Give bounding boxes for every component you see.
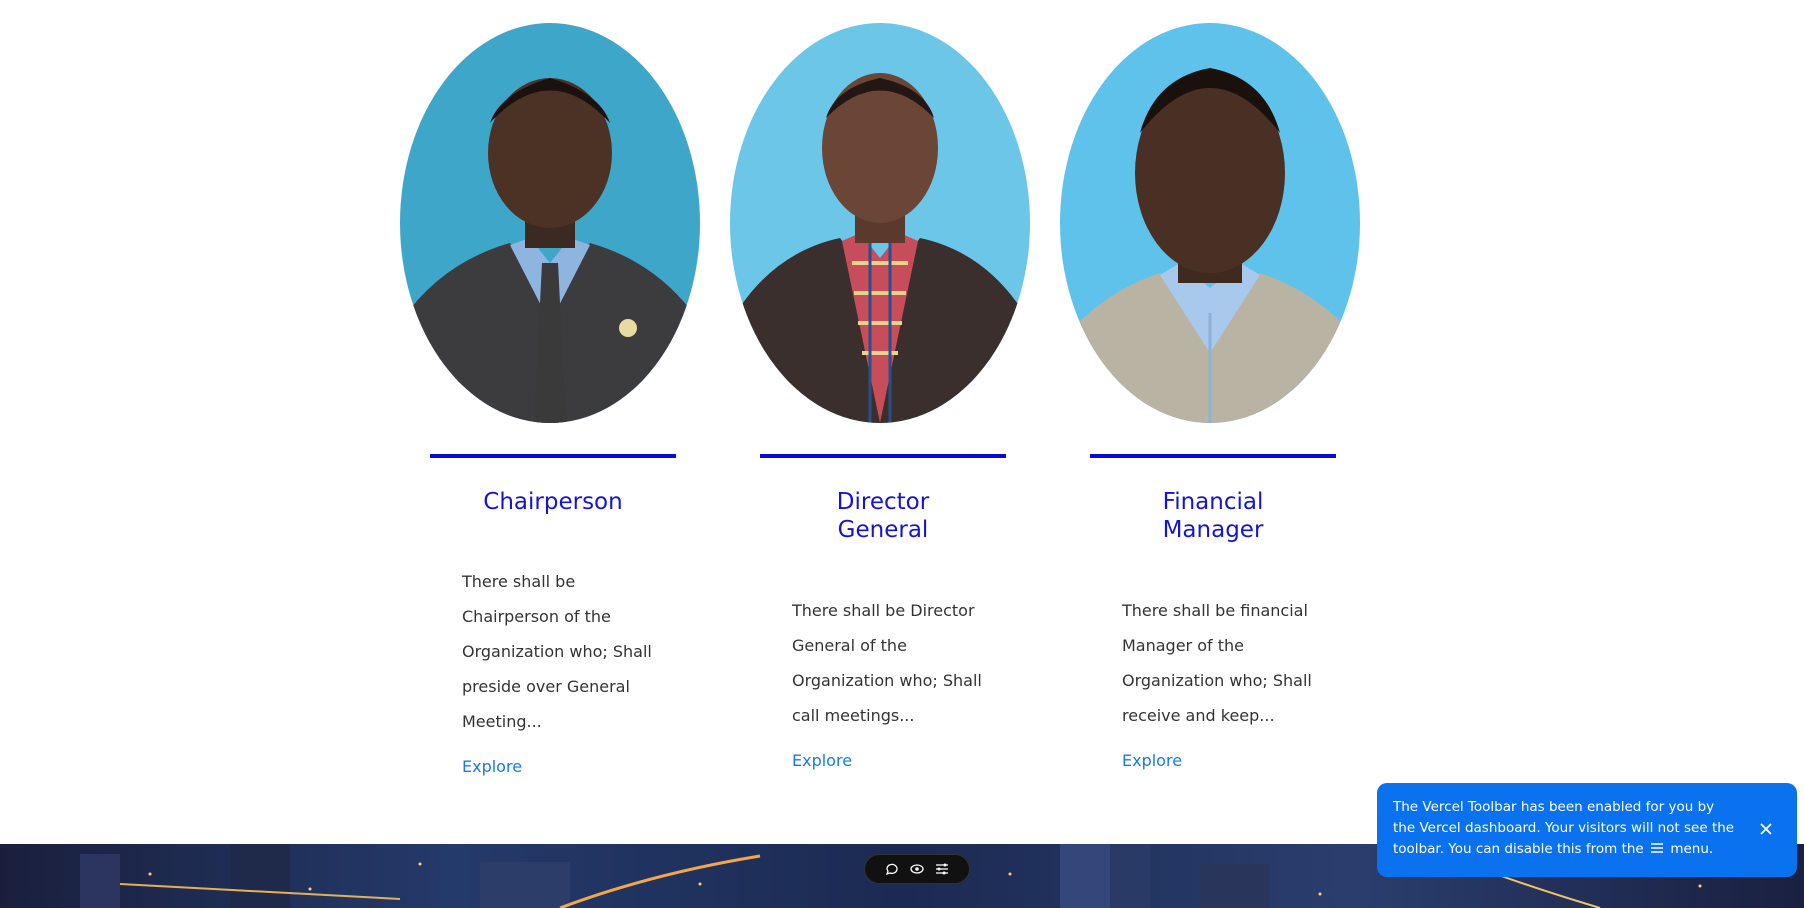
card-title: Financial Manager xyxy=(1162,489,1264,543)
menu-icon[interactable] xyxy=(934,861,950,877)
vercel-toolbar xyxy=(864,854,970,884)
card-description: There shall be Chairperson of the Organi… xyxy=(462,572,652,731)
title-divider xyxy=(430,454,676,458)
card-title: Chairperson xyxy=(483,489,623,515)
chairperson-photo xyxy=(400,23,700,423)
explore-link[interactable]: Explore xyxy=(792,751,852,770)
card-description: There shall be financial Manager of the … xyxy=(1122,601,1312,725)
director-general-photo xyxy=(730,23,1030,423)
financial-manager-photo xyxy=(1060,23,1360,423)
card-title: Director General xyxy=(836,489,930,543)
eye-icon[interactable] xyxy=(909,861,925,877)
menu-icon xyxy=(1650,840,1664,853)
card-description: There shall be Director General of the O… xyxy=(792,601,982,725)
explore-link[interactable]: Explore xyxy=(1122,751,1182,770)
vercel-toolbar-toast: The Vercel Toolbar has been enabled for … xyxy=(1377,783,1797,877)
explore-link[interactable]: Explore xyxy=(462,757,522,776)
close-icon[interactable] xyxy=(1757,820,1775,838)
toast-message-end: menu. xyxy=(1670,841,1714,857)
title-divider xyxy=(760,454,1006,458)
comment-icon[interactable] xyxy=(884,861,900,877)
title-divider xyxy=(1090,454,1336,458)
